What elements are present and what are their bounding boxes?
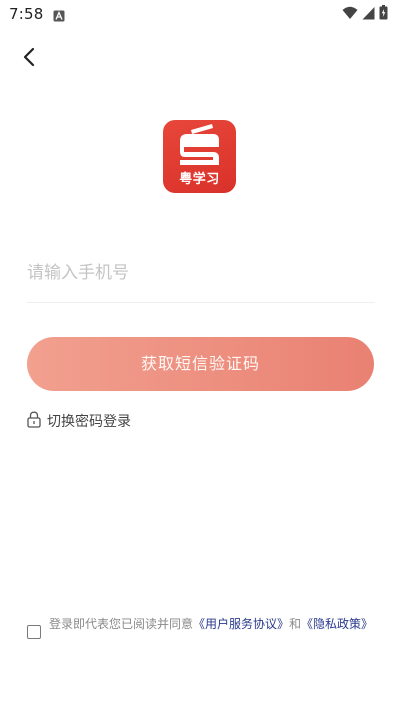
switch-password-login[interactable]: 切换密码登录 xyxy=(27,410,131,432)
user-agreement-link[interactable]: 《用户服务协议》 xyxy=(193,617,289,631)
cell-signal-icon xyxy=(362,5,375,24)
agreement-text: 登录即代表您已阅读并同意《用户服务协议》和《隐私政策》 xyxy=(49,616,379,633)
status-time: 7:58 xyxy=(9,5,44,23)
phone-input[interactable] xyxy=(27,256,367,290)
agreement-checkbox[interactable] xyxy=(27,625,41,639)
back-button[interactable] xyxy=(14,44,44,74)
status-bar: 7:58 xyxy=(0,0,400,28)
battery-icon xyxy=(379,4,388,24)
lock-icon xyxy=(27,411,41,432)
agreement-prefix: 登录即代表您已阅读并同意 xyxy=(49,617,194,631)
get-sms-code-button[interactable]: 获取短信验证码 xyxy=(27,337,374,391)
privacy-policy-link[interactable]: 《隐私政策》 xyxy=(301,617,373,631)
a-letter-icon xyxy=(53,7,65,22)
logo-text: 粤学习 xyxy=(179,172,220,187)
switch-login-label: 切换密码登录 xyxy=(47,414,131,430)
wifi-icon xyxy=(342,5,358,24)
app-logo: 粤学习 xyxy=(163,120,236,193)
phone-field xyxy=(27,248,375,303)
agreement-connector: 和 xyxy=(289,617,302,631)
chevron-left-icon xyxy=(22,47,36,71)
